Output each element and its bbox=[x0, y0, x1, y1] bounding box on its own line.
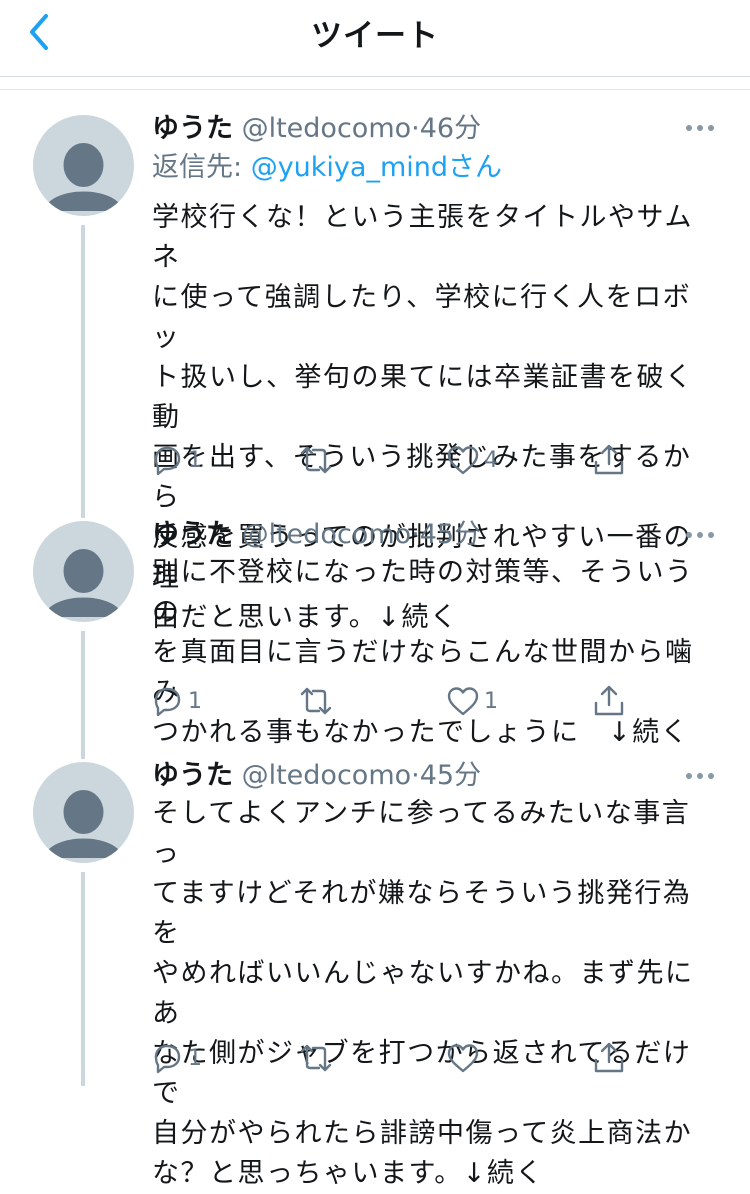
tweet-actions: 1 1 bbox=[150, 683, 650, 719]
display-name[interactable]: ゆうた bbox=[152, 519, 233, 550]
reply-count: 1 bbox=[188, 1045, 202, 1071]
heart-icon bbox=[447, 1044, 479, 1073]
heart-icon bbox=[447, 687, 479, 716]
separator-dot: · bbox=[411, 113, 420, 144]
reply-suffix: さん bbox=[448, 152, 502, 183]
tweet-header: ゆうた @ltedocomo·46分 bbox=[152, 111, 481, 147]
retweet-icon bbox=[300, 687, 332, 715]
like-count: 4 bbox=[484, 447, 498, 473]
thread-line bbox=[81, 225, 85, 510]
section-divider bbox=[0, 77, 750, 90]
default-profile-icon bbox=[43, 549, 124, 617]
reply-context: 返信先: @yukiya_mindさん bbox=[152, 150, 502, 186]
reply-button[interactable]: 1 bbox=[150, 1040, 202, 1076]
user-handle[interactable]: @ltedocomo bbox=[242, 760, 412, 791]
retweet-button[interactable] bbox=[298, 683, 338, 719]
more-icon bbox=[686, 773, 714, 779]
like-button[interactable]: 1 bbox=[446, 683, 498, 719]
retweet-icon bbox=[300, 446, 332, 474]
reply-icon bbox=[154, 446, 181, 476]
user-handle[interactable]: @ltedocomo bbox=[242, 113, 412, 144]
share-icon bbox=[594, 444, 624, 475]
tweet-header: ゆうた @ltedocomo·45分 bbox=[152, 517, 481, 553]
more-options-button[interactable] bbox=[685, 118, 715, 138]
reply-button[interactable]: 1 bbox=[150, 442, 202, 478]
reply-count: 1 bbox=[188, 447, 202, 473]
tweet-3[interactable]: ゆうた @ltedocomo·45分 そしてよくアンチに参ってるみたいな事言っ … bbox=[0, 758, 750, 1189]
avatar[interactable] bbox=[33, 762, 134, 863]
retweet-button[interactable] bbox=[298, 1040, 338, 1076]
thread-line bbox=[81, 510, 85, 518]
display-name[interactable]: ゆうた bbox=[152, 113, 233, 144]
avatar[interactable] bbox=[33, 115, 134, 216]
avatar[interactable] bbox=[33, 521, 134, 622]
reply-button[interactable]: 1 bbox=[150, 683, 202, 719]
tweet-text: 別に不登校になった時の対策等、そういうの を真面目に言うだけならこんな世間から噛… bbox=[152, 557, 694, 748]
more-icon bbox=[686, 532, 714, 538]
retweet-button[interactable] bbox=[298, 442, 338, 478]
timestamp[interactable]: 45分 bbox=[420, 519, 481, 550]
more-options-button[interactable] bbox=[685, 766, 715, 786]
more-options-button[interactable] bbox=[685, 525, 715, 545]
tweet-1[interactable]: ゆうた @ltedocomo·46分 返信先: @yukiya_mindさん 学… bbox=[0, 110, 750, 633]
more-icon bbox=[686, 125, 714, 131]
retweet-icon bbox=[300, 1044, 332, 1072]
user-handle[interactable]: @ltedocomo bbox=[242, 519, 412, 550]
share-button[interactable] bbox=[592, 442, 626, 478]
thread-line bbox=[81, 631, 85, 759]
tweet-text: そしてよくアンチに参ってるみたいな事言っ てますけどそれが嫌ならそういう挑発行為… bbox=[152, 798, 694, 1189]
separator-dot: · bbox=[411, 760, 420, 791]
reply-icon bbox=[154, 1044, 181, 1074]
like-button[interactable] bbox=[446, 1040, 484, 1076]
reply-icon bbox=[154, 687, 181, 717]
reply-prefix: 返信先: bbox=[152, 152, 251, 183]
share-button[interactable] bbox=[592, 1040, 626, 1076]
share-icon bbox=[594, 685, 624, 716]
share-button[interactable] bbox=[592, 683, 626, 719]
timestamp[interactable]: 46分 bbox=[420, 113, 481, 144]
page-title: ツイート bbox=[311, 18, 439, 54]
like-count: 1 bbox=[484, 688, 498, 714]
tweet-header: ゆうた @ltedocomo·45分 bbox=[152, 758, 481, 794]
timestamp[interactable]: 45分 bbox=[420, 760, 481, 791]
reply-count: 1 bbox=[188, 688, 202, 714]
like-button[interactable]: 4 bbox=[446, 442, 498, 478]
default-profile-icon bbox=[43, 790, 124, 858]
separator-dot: · bbox=[411, 519, 420, 550]
tweet-2[interactable]: ゆうた @ltedocomo·45分 別に不登校になった時の対策等、そういうの … bbox=[0, 510, 750, 759]
tweet-actions: 1 4 bbox=[150, 442, 650, 478]
default-profile-icon bbox=[43, 143, 124, 211]
display-name[interactable]: ゆうた bbox=[152, 760, 233, 791]
top-bar: ツイート bbox=[0, 0, 750, 77]
tweet-actions: 1 bbox=[150, 1040, 650, 1076]
heart-icon bbox=[447, 446, 479, 475]
reply-to-handle-link[interactable]: @yukiya_mind bbox=[251, 152, 448, 183]
thread-line bbox=[81, 872, 85, 1086]
share-icon bbox=[594, 1042, 624, 1073]
